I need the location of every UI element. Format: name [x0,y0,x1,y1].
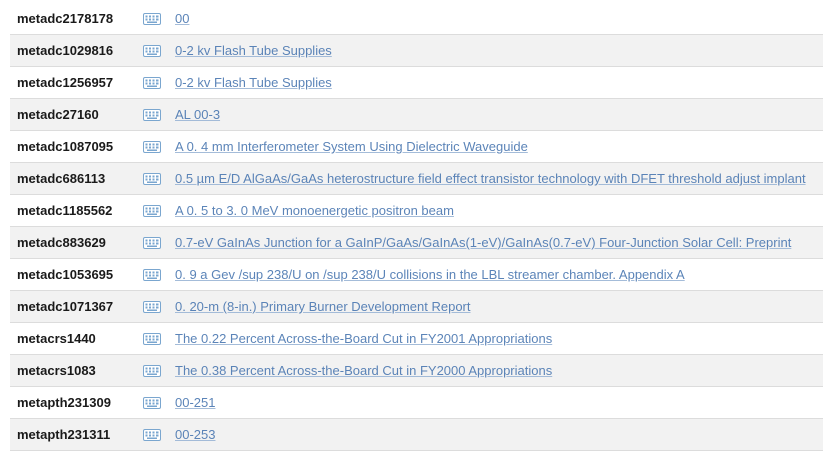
record-id: metapth231309 [17,395,111,410]
keyboard-icon [143,108,175,121]
record-id: metadc1256957 [17,75,114,90]
record-row: metapth231309 00-251 [10,387,823,419]
record-title-link[interactable]: 00-251 [175,395,215,410]
record-title-link[interactable]: 00 [175,11,189,26]
record-title-link[interactable]: 0. 20-m (8-in.) Primary Burner Developme… [175,299,471,314]
record-title-link[interactable]: A 0. 5 to 3. 0 MeV monoenergetic positro… [175,203,454,218]
record-id: metadc1185562 [17,203,113,218]
record-title-link[interactable]: 00-253 [175,427,215,442]
record-title-link[interactable]: 0-2 kv Flash Tube Supplies [175,43,332,58]
keyboard-icon [143,236,175,249]
record-id: metadc1071367 [17,299,114,314]
record-table: metadc2178178 00 metadc1029816 0-2 kv Fl… [10,3,823,451]
keyboard-icon [143,396,175,409]
record-id: metadc2178178 [17,11,114,26]
keyboard-icon [143,140,175,153]
record-row: metadc1185562 A 0. 5 to 3. 0 MeV monoene… [10,195,823,227]
record-title-link[interactable]: 0.7-eV GaInAs Junction for a GaInP/GaAs/… [175,235,791,250]
record-id: metadc686113 [17,171,106,186]
record-id: metapth231311 [17,427,111,442]
keyboard-icon [143,268,175,281]
record-row: metadc883629 0.7-eV GaInAs Junction for … [10,227,823,259]
record-row: metacrs1440 The 0.22 Percent Across-the-… [10,323,823,355]
keyboard-icon [143,204,175,217]
record-title-link[interactable]: The 0.38 Percent Across-the-Board Cut in… [175,363,552,378]
record-id: metadc27160 [17,107,99,122]
keyboard-icon [143,12,175,25]
record-row: metadc1087095 A 0. 4 mm Interferometer S… [10,131,823,163]
record-row: metadc1256957 0-2 kv Flash Tube Supplies [10,67,823,99]
keyboard-icon [143,44,175,57]
record-title-link[interactable]: 0.5 µm E/D AlGaAs/GaAs heterostructure f… [175,171,806,186]
keyboard-icon [143,172,175,185]
record-row: metadc2178178 00 [10,3,823,35]
keyboard-icon [143,76,175,89]
keyboard-icon [143,428,175,441]
record-title-link[interactable]: A 0. 4 mm Interferometer System Using Di… [175,139,528,154]
record-row: metacrs1083 The 0.38 Percent Across-the-… [10,355,823,387]
record-title-link[interactable]: 0. 9 a Gev /sup 238/U on /sup 238/U coll… [175,267,685,282]
record-row: metadc1029816 0-2 kv Flash Tube Supplies [10,35,823,67]
keyboard-icon [143,332,175,345]
record-row: metapth231311 00-253 [10,419,823,451]
record-id: metacrs1083 [17,363,96,378]
record-row: metadc27160 AL 00-3 [10,99,823,131]
keyboard-icon [143,364,175,377]
record-id: metadc1029816 [17,43,114,58]
record-title-link[interactable]: The 0.22 Percent Across-the-Board Cut in… [175,331,552,346]
record-row: metadc1053695 0. 9 a Gev /sup 238/U on /… [10,259,823,291]
record-row: metadc1071367 0. 20-m (8-in.) Primary Bu… [10,291,823,323]
record-id: metadc1087095 [17,139,114,154]
record-row: metadc686113 0.5 µm E/D AlGaAs/GaAs hete… [10,163,823,195]
keyboard-icon [143,300,175,313]
record-title-link[interactable]: 0-2 kv Flash Tube Supplies [175,75,332,90]
record-title-link[interactable]: AL 00-3 [175,107,220,122]
record-id: metadc1053695 [17,267,114,282]
record-id: metadc883629 [17,235,106,250]
record-id: metacrs1440 [17,331,96,346]
